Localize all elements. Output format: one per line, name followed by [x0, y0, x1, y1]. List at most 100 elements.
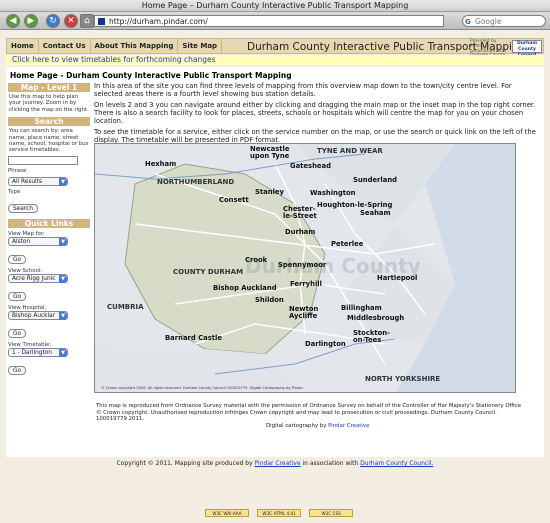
place-gateshead[interactable]: Gateshead [290, 162, 331, 170]
view-timetable-value: 1 - Darlington [12, 349, 52, 356]
region-county-durham: COUNTY DURHAM [173, 268, 244, 276]
sidebar: Map - Level 1 Use this map to help plan … [8, 83, 90, 376]
view-hospital-value: Bishop Aucklar [12, 312, 56, 319]
place-hexham[interactable]: Hexham [145, 160, 176, 168]
search-help-text: You can search by: area name, place name… [9, 128, 89, 154]
view-school-label: View School: [8, 267, 43, 274]
place-darlington[interactable]: Darlington [305, 340, 346, 348]
footer-pindar-link[interactable]: Pindar Creative [255, 460, 301, 467]
map-copyright: © Crown copyright 2009. All rights reser… [101, 386, 304, 390]
window-title: Home Page – Durham County Interactive Pu… [0, 0, 550, 12]
footnote-text: This map is reproduced from Ordnance Sur… [96, 403, 522, 423]
intro-paragraph-1: In this area of the site you can find th… [94, 82, 512, 99]
region-northumberland: NORTHUMBERLAND [157, 178, 235, 186]
place-washington[interactable]: Washington [310, 189, 356, 197]
place-middlesbrough[interactable]: Middlesbrough [347, 314, 404, 322]
view-hospital-select[interactable]: Bishop Aucklar ▼ [8, 310, 68, 320]
map-footnote: This map is reproduced from Ordnance Sur… [96, 403, 526, 430]
type-select[interactable]: All Results ▼ [8, 176, 68, 186]
select-arrow-icon: ▼ [59, 177, 67, 186]
quick-links-heading: Quick Links [8, 218, 90, 228]
intro-text: In this area of the site you can find th… [94, 82, 540, 147]
nav-about[interactable]: About This Mapping [91, 39, 179, 53]
map-help-text: Use this map to help plan your journey. … [9, 94, 89, 113]
view-hospital-go-button[interactable]: Go [8, 328, 27, 338]
place-spennymoor[interactable]: Spennymoor [278, 261, 326, 269]
back-arrow-icon[interactable]: ◀ [6, 14, 20, 28]
search-heading: Search [8, 117, 90, 127]
intro-paragraph-2: On levels 2 and 3 you can navigate aroun… [94, 100, 536, 126]
html-valid-badge[interactable]: W3C HTML 4.01 [257, 509, 302, 517]
council-logo: Durham County Council [512, 40, 542, 58]
select-arrow-icon: ▼ [59, 237, 67, 246]
address-bar[interactable]: http://durham.pindar.com/ [94, 15, 444, 27]
page-heading: Home Page - Durham County Interactive Pu… [10, 71, 292, 80]
place-houghton[interactable]: Houghton-le-Spring [317, 201, 392, 209]
top-navigation: Home Contact Us About This Mapping Site … [6, 38, 544, 63]
validation-badges: W3C WAI-AAA W3C HTML 4.01 W3C CSS [205, 500, 356, 519]
view-school-go-button[interactable]: Go [8, 291, 27, 301]
wai-aaa-badge[interactable]: W3C WAI-AAA [205, 509, 249, 517]
footer: Copyright © 2011, Mapping site produced … [0, 460, 550, 467]
place-ferryhill[interactable]: Ferryhill [290, 280, 322, 288]
phrase-label: Phrase [8, 167, 27, 174]
place-durham[interactable]: Durham [285, 228, 315, 236]
stop-icon[interactable]: ✕ [64, 14, 78, 28]
timetable-changes-link[interactable]: Click here to view timetables for forthc… [6, 55, 544, 65]
favicon-icon [98, 18, 105, 25]
place-seaham[interactable]: Seaham [360, 209, 391, 217]
css-valid-badge[interactable]: W3C CSS [309, 509, 354, 517]
place-billingham[interactable]: Billingham [341, 304, 382, 312]
select-arrow-icon: ▼ [59, 348, 67, 357]
nav-site-map[interactable]: Site Map [178, 39, 223, 53]
home-icon[interactable]: ⌂ [80, 14, 94, 28]
map-level-heading: Map - Level 1 [8, 83, 90, 92]
place-bishop-auckland[interactable]: Bishop Auckland [213, 284, 277, 292]
place-shildon[interactable]: Shildon [255, 296, 284, 304]
browser-toolbar: ◀ ▶ ↻ ✕ ⌂ http://durham.pindar.com/ G Go… [0, 12, 550, 30]
footnote-credit-prefix: Digital cartography by [266, 423, 327, 430]
footer-association: in association with [302, 460, 359, 467]
region-cumbria: CUMBRIA [107, 303, 144, 311]
view-timetable-go-button[interactable]: Go [8, 365, 27, 375]
view-map-value: Alston [12, 238, 31, 245]
address-text: http://durham.pindar.com/ [109, 17, 208, 26]
place-stockton[interactable]: Stockton-on-Tees [353, 330, 390, 344]
view-school-select[interactable]: Acre Rigg Junic ▼ [8, 273, 68, 283]
nav-home[interactable]: Home [7, 39, 39, 53]
place-crook[interactable]: Crook [245, 256, 267, 264]
view-timetable-select[interactable]: 1 - Darlington ▼ [8, 347, 68, 357]
place-barnard-castle[interactable]: Barnard Castle [165, 334, 222, 342]
browser-search-placeholder: Google [475, 17, 502, 26]
view-timetable-label: View Timetable: [8, 341, 52, 348]
place-stanley[interactable]: Stanley [255, 188, 284, 196]
search-button[interactable]: Search [8, 203, 38, 213]
select-arrow-icon: ▼ [59, 274, 67, 283]
place-newcastle[interactable]: Newcastle upon Tyne [250, 146, 296, 160]
type-label: Type [8, 188, 21, 195]
place-newton-aycliffe[interactable]: Newton Aycliffe [289, 306, 319, 320]
view-map-go-button[interactable]: Go [8, 254, 27, 264]
place-hartlepool[interactable]: Hartlepool [377, 274, 417, 282]
place-peterlee[interactable]: Peterlee [331, 240, 363, 248]
region-tyne-and-wear: TYNE AND WEAR [317, 147, 383, 156]
main-content: Home Page - Durham County Interactive Pu… [6, 67, 544, 457]
view-map-select[interactable]: Alston ▼ [8, 236, 68, 246]
overview-map[interactable]: NORTHUMBERLAND TYNE AND WEAR COUNTY DURH… [94, 143, 516, 393]
browser-search-input[interactable]: G Google [462, 15, 546, 27]
place-consett[interactable]: Consett [219, 196, 249, 204]
forward-arrow-icon[interactable]: ▶ [24, 14, 38, 28]
place-chester-le-street[interactable]: Chester-le-Street [283, 206, 325, 220]
view-school-value: Acre Rigg Junic [12, 275, 56, 282]
google-icon: G [465, 18, 471, 26]
nav-contact-us[interactable]: Contact Us [39, 39, 91, 53]
phrase-input[interactable] [8, 155, 78, 165]
type-select-value: All Results [12, 178, 42, 185]
footer-copyright: Copyright © 2011, Mapping site produced … [116, 460, 253, 467]
view-hospital-label: View Hospital: [8, 304, 47, 311]
pindar-creative-link[interactable]: Pindar Creative [328, 423, 369, 429]
reload-icon[interactable]: ↻ [46, 14, 60, 28]
select-arrow-icon: ▼ [59, 311, 67, 320]
place-sunderland[interactable]: Sunderland [353, 176, 397, 184]
footer-council-link[interactable]: Durham County Council. [360, 460, 433, 467]
